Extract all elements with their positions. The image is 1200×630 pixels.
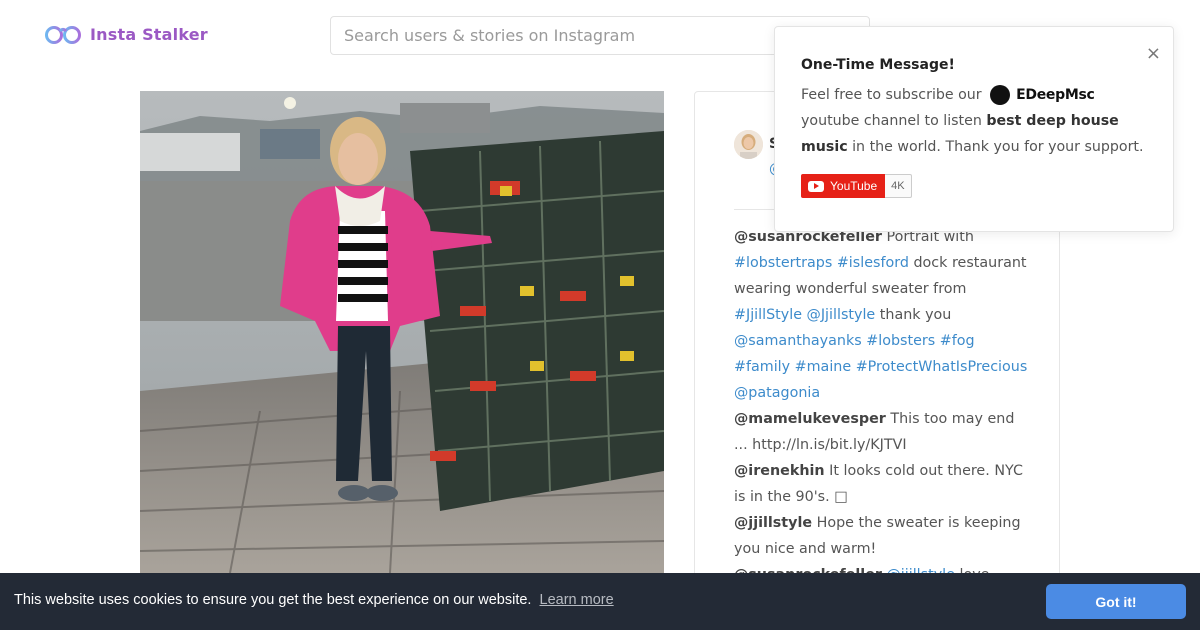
popup-text-end: in the world. Thank you for your support…: [847, 139, 1144, 155]
binoculars-logo-icon: [45, 26, 81, 44]
cookie-consent-bar: This website uses cookies to ensure you …: [0, 573, 1200, 630]
comments-list: @susanrockefeller Portrait with #lobster…: [734, 224, 1029, 590]
site-logo[interactable]: Insta Stalker: [44, 22, 208, 46]
popup-message: Feel free to subscribe our EDeepMsc yout…: [801, 82, 1151, 160]
comment-tag-link[interactable]: #fog: [940, 333, 975, 349]
comment-tag-link[interactable]: @patagonia: [734, 385, 820, 401]
comment-tag-link[interactable]: #family: [734, 359, 790, 375]
avatar[interactable]: [734, 130, 763, 159]
comment-item: @jjillstyle Hope the sweater is keeping …: [734, 510, 1029, 562]
post-image: [140, 91, 664, 573]
comment-item: @irenekhin It looks cold out there. NYC …: [734, 458, 1029, 510]
comment-tag-link[interactable]: #ProtectWhatIsPrecious: [856, 359, 1028, 375]
comment-username[interactable]: @jjillstyle: [734, 515, 812, 531]
comment-item: @mamelukevesper This too may end ... htt…: [734, 406, 1029, 458]
channel-name: EDeepMsc: [1016, 87, 1095, 103]
one-time-message-popup: One-Time Message! × Feel free to subscri…: [774, 26, 1174, 232]
popup-text-before: Feel free to subscribe our: [801, 87, 987, 103]
close-icon[interactable]: ×: [1146, 43, 1161, 64]
youtube-label: YouTube: [830, 179, 878, 193]
popup-text-after-brand: youtube channel to listen: [801, 113, 987, 129]
comment-username[interactable]: @irenekhin: [734, 463, 825, 479]
popup-title: One-Time Message!: [801, 57, 955, 73]
channel-logo-icon: [990, 85, 1011, 105]
cookie-message: This website uses cookies to ensure you …: [14, 592, 532, 608]
comment-text: thank you: [875, 307, 952, 323]
comment-tag-link[interactable]: @samanthayanks: [734, 333, 862, 349]
youtube-subscribe-button[interactable]: YouTube: [801, 174, 886, 198]
channel-brand[interactable]: EDeepMsc: [990, 82, 1095, 108]
cookie-message-wrap: This website uses cookies to ensure you …: [14, 592, 614, 608]
youtube-play-icon: [808, 180, 824, 192]
comment-username[interactable]: @mamelukevesper: [734, 411, 886, 427]
comment-tag-link[interactable]: #maine: [795, 359, 852, 375]
post-photo: [140, 91, 664, 573]
comment-tag-link[interactable]: @Jjillstyle: [807, 307, 876, 323]
comment-item: @susanrockefeller Portrait with #lobster…: [734, 224, 1029, 406]
learn-more-link[interactable]: Learn more: [540, 592, 614, 608]
comment-tag-link[interactable]: #lobstertraps: [734, 255, 832, 271]
comment-tag-link[interactable]: #JjillStyle: [734, 307, 802, 323]
logo-text: Insta Stalker: [90, 24, 208, 44]
cookie-accept-button[interactable]: Got it!: [1046, 584, 1186, 619]
comment-tag-link[interactable]: #lobsters: [866, 333, 935, 349]
youtube-subscribe-widget[interactable]: YouTube 4K: [801, 174, 912, 198]
subscriber-count: 4K: [885, 174, 912, 198]
comment-tag-link[interactable]: #islesford: [837, 255, 909, 271]
